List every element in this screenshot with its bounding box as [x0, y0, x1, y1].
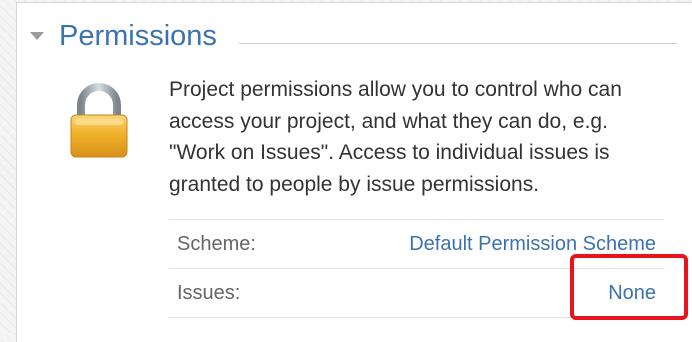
permission-scheme-link[interactable]: Default Permission Scheme: [409, 233, 656, 255]
scheme-row: Scheme: Default Permission Scheme: [169, 219, 664, 269]
permissions-details-table: Scheme: Default Permission Scheme Issues…: [169, 219, 664, 318]
issue-security-link[interactable]: None: [608, 282, 656, 304]
issues-row: Issues: None: [169, 268, 664, 318]
permissions-description: Project permissions allow you to control…: [169, 78, 622, 196]
padlock-icon: [67, 81, 131, 161]
scheme-label: Scheme:: [169, 219, 301, 269]
chevron-down-icon[interactable]: [30, 32, 44, 40]
section-header: Permissions: [17, 3, 692, 83]
section-title[interactable]: Permissions: [59, 19, 217, 54]
header-divider: [239, 43, 677, 44]
issues-value: None: [300, 268, 664, 318]
scheme-value: Default Permission Scheme: [300, 219, 664, 269]
permissions-panel: Permissions Project permissions allow yo…: [16, 2, 692, 342]
padlock-icon-graphic: [70, 83, 128, 158]
issues-label: Issues:: [169, 268, 301, 318]
